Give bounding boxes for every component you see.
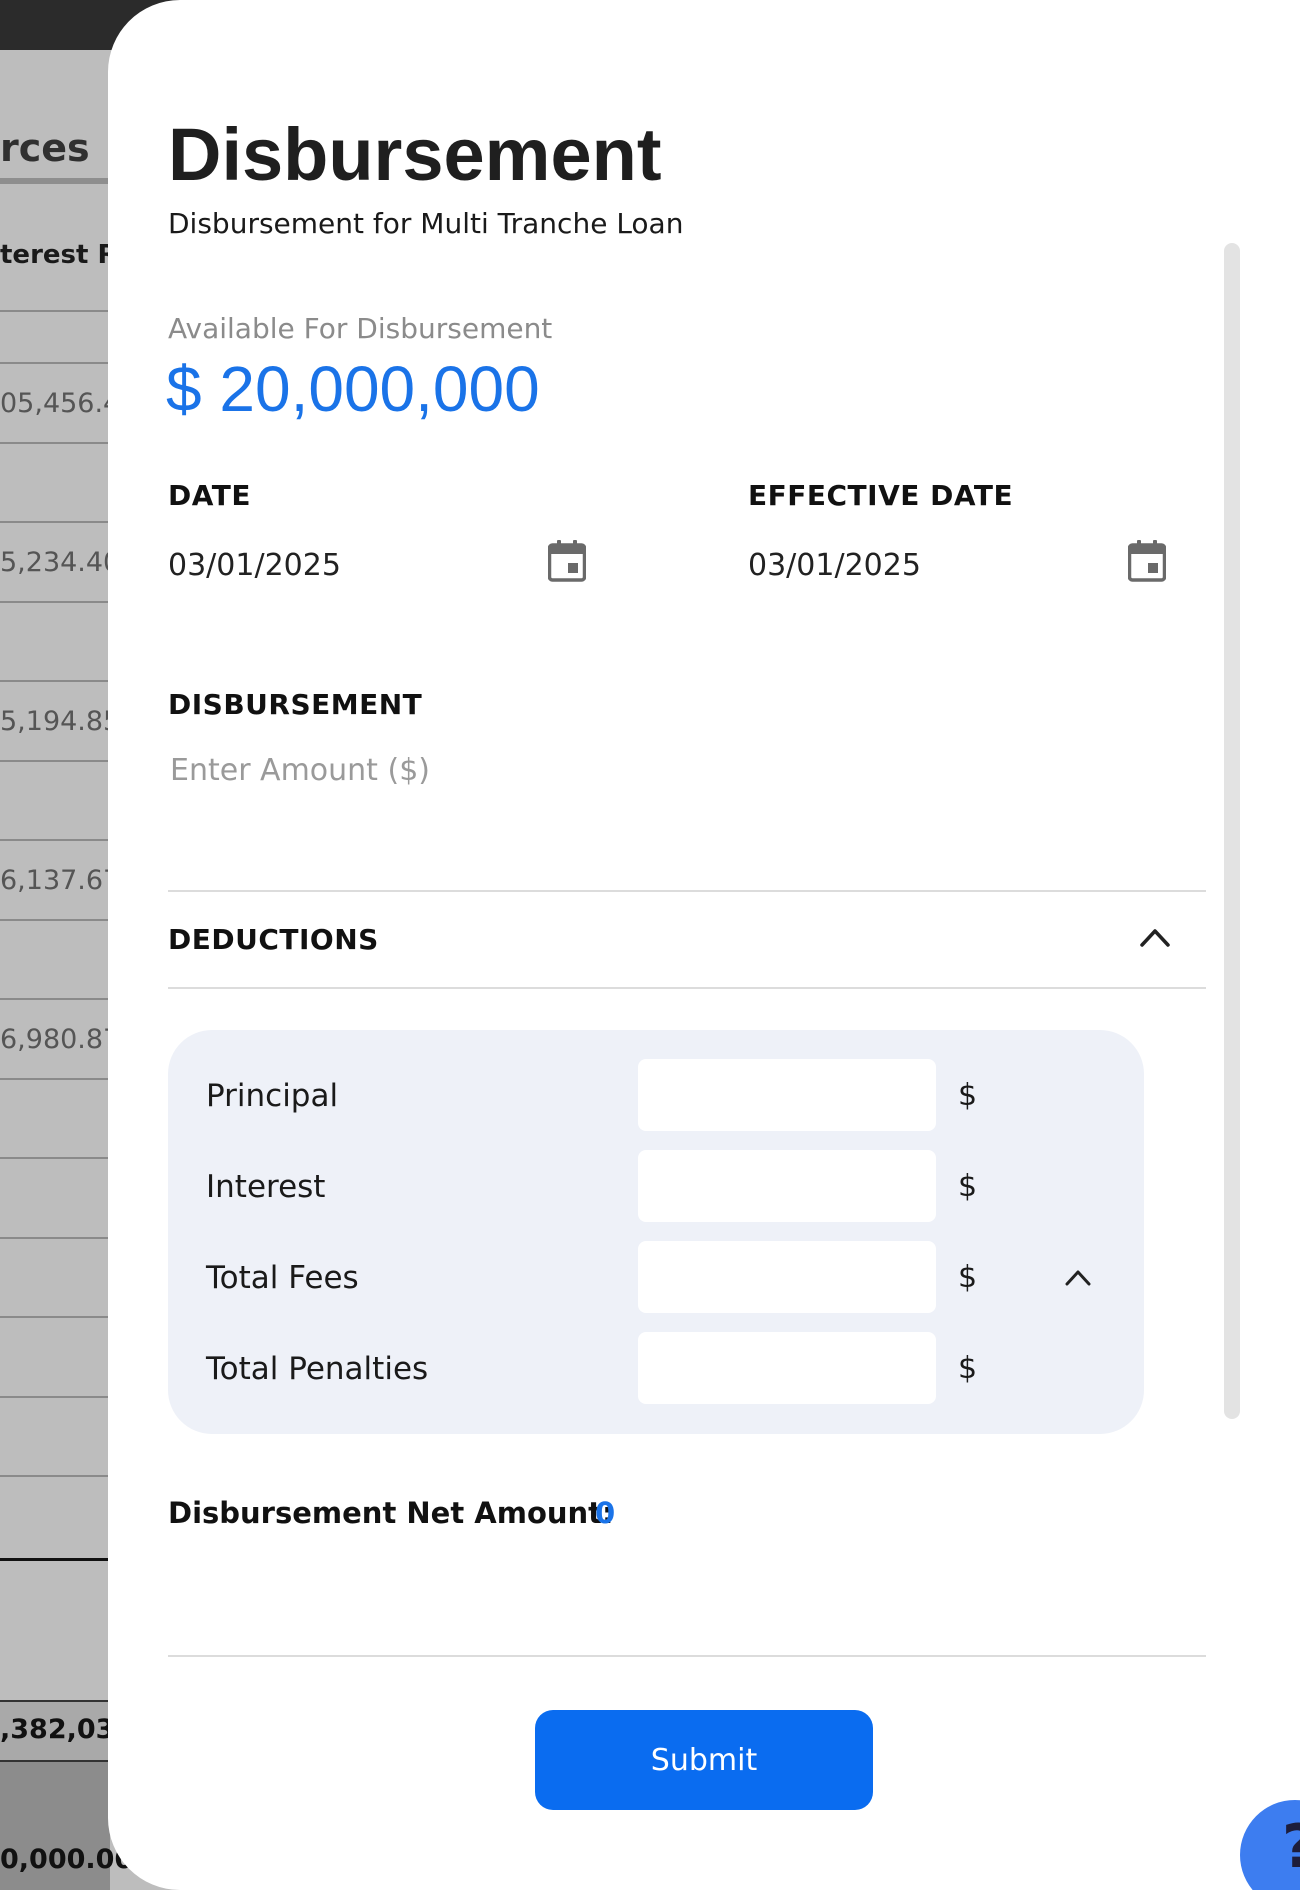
help-icon: ?	[1282, 1812, 1300, 1882]
background-row-divider	[0, 1078, 110, 1080]
currency-symbol: $	[958, 1169, 978, 1204]
background-row-divider	[0, 601, 110, 603]
background-row-divider	[0, 521, 110, 523]
effective-date-field[interactable]: 03/01/2025	[748, 548, 921, 583]
background-table-cell: 5,194.85	[0, 706, 121, 737]
modal-scrollbar[interactable]	[1224, 243, 1240, 1419]
background-row-divider	[0, 310, 110, 312]
background-row-divider	[0, 1475, 110, 1477]
chevron-up-icon[interactable]	[1138, 925, 1172, 949]
divider	[168, 1655, 1206, 1657]
total-fees-input[interactable]	[638, 1241, 936, 1313]
background-footer-value: 0,000.00	[0, 1844, 134, 1875]
net-amount-value: 0	[595, 1496, 616, 1530]
background-row-divider	[0, 442, 110, 444]
background-row-divider	[0, 1237, 110, 1239]
date-field[interactable]: 03/01/2025	[168, 548, 341, 583]
modal-subtitle: Disbursement for Multi Tranche Loan	[168, 207, 684, 240]
background-total-row: ,382,032	[0, 1700, 133, 1762]
background-row-divider	[0, 839, 110, 841]
divider	[168, 987, 1206, 989]
total-penalties-label: Total Penalties	[206, 1351, 429, 1387]
background-table-cell: 5,234.40	[0, 547, 121, 578]
currency-symbol: $	[958, 1078, 978, 1113]
disbursement-label: DISBURSEMENT	[168, 688, 423, 721]
background-row-divider	[0, 1396, 110, 1398]
background-row-divider	[0, 919, 110, 921]
net-amount-label: Disbursement Net Amount:	[168, 1496, 614, 1530]
background-table-cell: 05,456.4	[0, 388, 121, 419]
interest-input[interactable]	[638, 1150, 936, 1222]
currency-symbol: $	[958, 1351, 978, 1386]
background-row-divider	[0, 680, 110, 682]
available-amount: $ 20,000,000	[166, 353, 540, 425]
background-row-divider	[0, 1157, 110, 1159]
background-row-divider	[0, 1316, 110, 1318]
submit-button[interactable]: Submit	[535, 1710, 873, 1810]
currency-symbol: $	[958, 1260, 978, 1295]
date-label: DATE	[168, 479, 251, 512]
interest-label: Interest	[206, 1169, 326, 1205]
background-row-divider	[0, 998, 110, 1000]
effective-date-label: EFFECTIVE DATE	[748, 479, 1014, 512]
background-table-cell: 6,980.87	[0, 1024, 121, 1055]
background-tab-underline	[0, 178, 110, 184]
background-tab: rces	[0, 126, 126, 170]
background-tab-label: rces	[0, 126, 90, 170]
calendar-icon[interactable]	[548, 540, 586, 582]
disbursement-modal: Disbursement Disbursement for Multi Tran…	[108, 0, 1300, 1890]
total-fees-label: Total Fees	[206, 1260, 359, 1296]
deductions-panel: Principal $ Interest $ Total Fees $ Tota…	[168, 1030, 1144, 1434]
background-table-cell: 6,137.67	[0, 865, 121, 896]
calendar-icon[interactable]	[1128, 540, 1166, 582]
background-row-divider	[0, 362, 110, 364]
total-penalties-input[interactable]	[638, 1332, 936, 1404]
principal-input[interactable]	[638, 1059, 936, 1131]
available-for-disbursement-label: Available For Disbursement	[168, 312, 553, 345]
chevron-up-icon[interactable]	[1063, 1266, 1093, 1288]
divider	[168, 890, 1206, 892]
background-footer: 0,000.00	[0, 1762, 133, 1890]
disbursement-amount-input[interactable]	[168, 745, 728, 795]
principal-label: Principal	[206, 1078, 339, 1114]
modal-title: Disbursement	[168, 113, 662, 196]
background-row-divider	[0, 760, 110, 762]
deductions-label: DEDUCTIONS	[168, 923, 379, 956]
background-table-bottom-border	[0, 1558, 110, 1561]
